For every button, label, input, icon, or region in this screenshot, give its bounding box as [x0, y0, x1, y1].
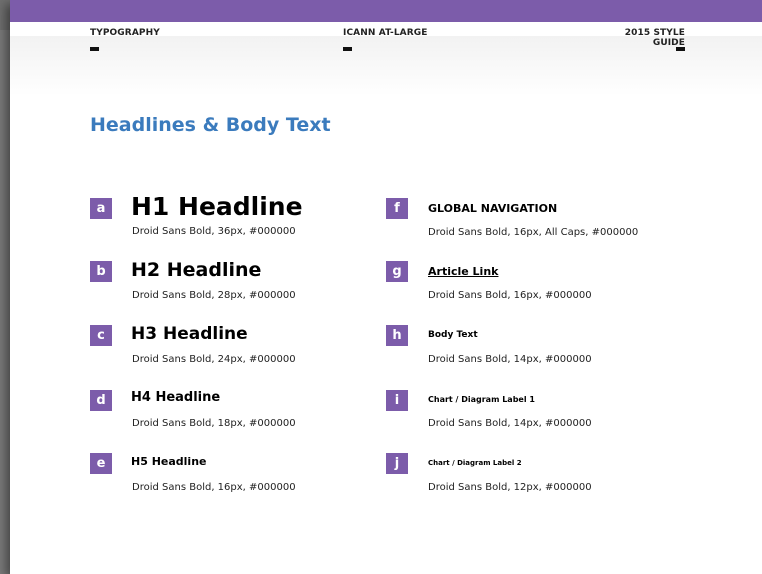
- h3-sample: H3 Headline: [131, 324, 248, 344]
- chart-label-2-description: Droid Sans Bold, 12px, #000000: [428, 482, 592, 493]
- top-accent-bar: [10, 0, 762, 22]
- badge-e: e: [90, 453, 112, 474]
- section-title: Headlines & Body Text: [90, 114, 331, 136]
- h2-description: Droid Sans Bold, 28px, #000000: [132, 290, 296, 301]
- header-section-label: TYPOGRAPHY: [90, 28, 160, 38]
- article-link-sample[interactable]: Article Link: [428, 265, 498, 278]
- badge-i: i: [386, 390, 408, 411]
- body-text-sample: Body Text: [428, 330, 478, 340]
- badge-f: f: [386, 198, 408, 219]
- header-right-marker: [676, 47, 685, 51]
- global-navigation-description: Droid Sans Bold, 16px, All Caps, #000000: [428, 227, 639, 238]
- h1-sample: H1 Headline: [131, 192, 303, 221]
- h5-description: Droid Sans Bold, 16px, #000000: [132, 482, 296, 493]
- article-link-description: Droid Sans Bold, 16px, #000000: [428, 290, 592, 301]
- body-text-description: Droid Sans Bold, 14px, #000000: [428, 354, 592, 365]
- h3-description: Droid Sans Bold, 24px, #000000: [132, 354, 296, 365]
- global-navigation-sample: GLOBAL NAVIGATION: [428, 202, 558, 215]
- h4-sample: H4 Headline: [131, 390, 221, 405]
- header-document-title: 2015 STYLE GUIDE: [624, 28, 685, 48]
- h1-description: Droid Sans Bold, 36px, #000000: [132, 226, 296, 237]
- badge-j: j: [386, 453, 408, 474]
- chart-label-1-description: Droid Sans Bold, 14px, #000000: [428, 418, 592, 429]
- badge-h: h: [386, 325, 408, 346]
- chart-label-1-sample: Chart / Diagram Label 1: [428, 395, 535, 404]
- badge-d: d: [90, 390, 112, 411]
- badge-c: c: [90, 325, 112, 346]
- header-center-marker: [343, 47, 352, 51]
- h2-sample: H2 Headline: [131, 259, 262, 281]
- h4-description: Droid Sans Bold, 18px, #000000: [132, 418, 296, 429]
- chart-label-2-sample: Chart / Diagram Label 2: [428, 459, 522, 467]
- header-left-marker: [90, 47, 99, 51]
- style-guide-page: TYPOGRAPHY ICANN AT-LARGE 2015 STYLE GUI…: [10, 0, 762, 574]
- badge-g: g: [386, 261, 408, 282]
- h5-sample: H5 Headline: [131, 455, 207, 468]
- header-organization: ICANN AT-LARGE: [343, 28, 428, 38]
- badge-a: a: [90, 198, 112, 219]
- badge-b: b: [90, 261, 112, 282]
